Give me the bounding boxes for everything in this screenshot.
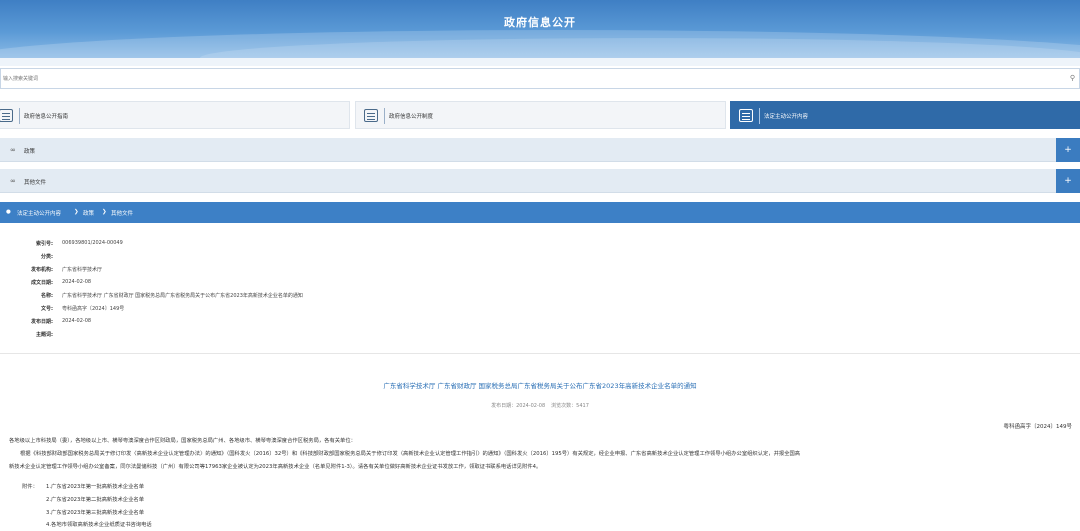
meta-value: 2024-02-08 [62,318,92,324]
link-icon: ∞ [10,177,16,185]
tab-label: 法定主动公开内容 [764,114,809,120]
paragraph: 新技术企业认定管理工作领导小组办公室备案，同尔法曼储科技（广州）有限公司等179… [9,464,542,470]
link-icon: ∞ [10,146,16,154]
meta-key: 主题词: [36,332,53,338]
search-input[interactable] [3,72,1053,86]
meta-row: 主题词: [0,331,600,341]
paragraph: 根据《科技部财政部国家税务总局关于修订印发〈高新技术企业认定管理办法〉的通知》（… [20,451,801,457]
search-icon[interactable]: ⚲ [1070,74,1075,82]
meta-row: 发布机构: 广东省科学技术厅 [0,266,600,276]
expand-button[interactable]: + [1056,169,1080,193]
header-banner: 政府信息公开 [0,0,1080,58]
breadcrumb-item[interactable]: 法定主动公开内容 [17,209,61,217]
article-title: 广东省科学技术厅 广东省财政厅 国家税务总局广东省税务局关于公布广东省2023年… [383,382,697,390]
publish-date: 发布日期：2024-02-08 [491,403,546,409]
breadcrumb-item: 其他文件 [111,211,134,217]
meta-row: 名称: 广东省科学技术厅 广东省财政厅 国家税务总局广东省税务局关于公布广东省20… [0,292,600,302]
meta-row: 成文日期: 2024-02-08 [0,279,600,289]
location-icon: ● [6,209,11,215]
chevron-right-icon: ❯ [74,209,79,215]
meta-key: 发布日期: [31,319,53,325]
metadata-panel: 索引号: 006939801/2024-00049 分类: 发布机构: 广东省科学技… [0,224,1080,354]
meta-key: 索引号: [36,241,53,247]
meta-key: 发布机构: [31,267,53,273]
attachment-link[interactable]: 2.广东省2023年第二批高新技术企业名单 [46,495,144,503]
breadcrumb-item[interactable]: 政策 [83,209,94,217]
paragraph: 各地级以上市科技局（委），各地级以上市、横琴粤澳深度合作区财政局，国家税务总局广… [9,438,356,444]
list-icon [364,109,378,122]
meta-value: 广东省科学技术厅 广东省财政厅 国家税务总局广东省税务局关于公布广东省2023年… [62,293,303,299]
tab-label: 政府信息公开指南 [24,114,69,120]
meta-key: 文号: [41,306,53,312]
meta-row: 索引号: 006939801/2024-00049 [0,240,600,250]
document-number: 粤科函高字〔2024〕149号 [1003,424,1073,430]
meta-row: 分类: [0,253,600,263]
chevron-right-icon: ❯ [102,209,107,215]
meta-value: 006939801/2024-00049 [62,240,123,246]
document-icon [0,109,13,122]
tab-label: 政府信息公开制度 [389,114,434,120]
tab-system[interactable]: 政府信息公开制度 [355,101,726,129]
accordion-label: 政策 [24,149,36,155]
meta-row: 发布日期: 2024-02-08 [0,318,600,328]
meta-value: 粤科函高字〔2024〕149号 [62,306,125,312]
meta-key: 成文日期: [31,280,53,286]
tab-divider [759,108,760,124]
accordion-other-files[interactable]: ∞ 其他文件 + [0,169,1080,193]
attachment-link[interactable]: 1.广东省2023年第一批高新技术企业名单 [46,482,144,490]
accordion-policy[interactable]: ∞ 政策 + [0,138,1080,162]
tab-guide[interactable]: 政府信息公开指南 [0,101,350,129]
tab-divider [19,108,20,124]
meta-key: 名称: [41,293,53,299]
banner-strip [0,58,1080,66]
meta-key: 分类: [41,254,53,260]
meta-value: 2024-02-08 [62,279,92,285]
tab-statutory-content[interactable]: 法定主动公开内容 [730,101,1080,129]
article-meta: 发布日期：2024-02-08 浏览次数：5417 [0,402,1080,409]
tab-divider [384,108,385,124]
meta-value: 广东省科学技术厅 [62,267,103,273]
accordion-label: 其他文件 [24,180,47,186]
meta-row: 文号: 粤科函高字〔2024〕149号 [0,305,600,315]
view-count: 浏览次数：5417 [551,403,589,409]
attachments-label: 附件： [22,484,38,490]
page-title: 政府信息公开 [504,16,576,29]
attachment-link[interactable]: 4.各地市领取高新技术企业纸质证书咨询电话 [46,520,152,528]
breadcrumb: ● 法定主动公开内容 ❯ 政策 ❯ 其他文件 [0,202,1080,223]
tab-bar: 政府信息公开指南 政府信息公开制度 法定主动公开内容 [0,101,1080,129]
expand-button[interactable]: + [1056,138,1080,162]
attachment-link[interactable]: 3.广东省2023年第三批高新技术企业名单 [46,508,144,516]
document-icon [739,109,753,122]
search-bar: ⚲ [0,68,1080,89]
